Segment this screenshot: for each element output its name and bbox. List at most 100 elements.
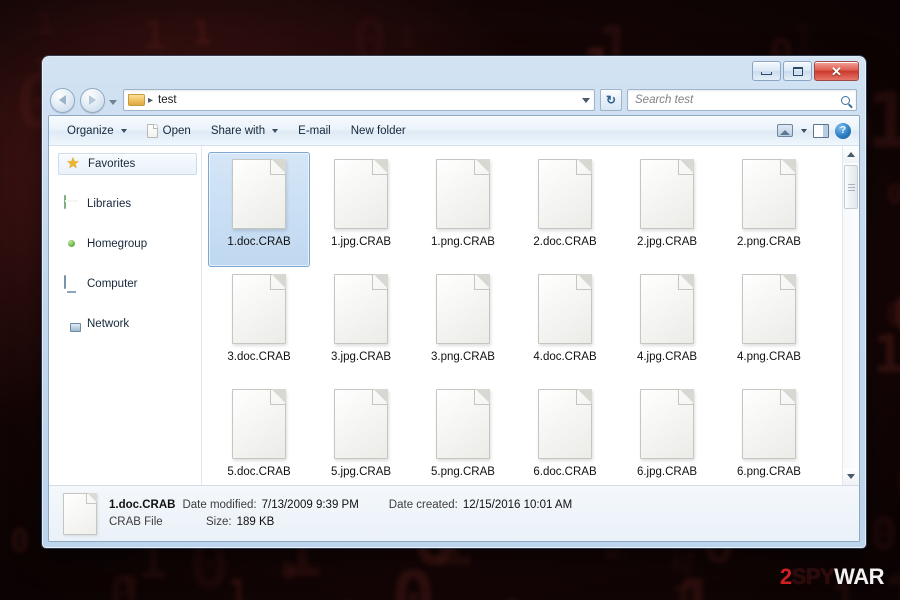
sidebar-item-label: Favorites [88,158,136,170]
refresh-button[interactable]: ↻ [600,89,622,111]
file-icon [538,274,592,344]
sidebar-item-label: Homegroup [87,238,148,250]
library-icon [64,195,80,212]
scrollbar-thumb[interactable] [844,165,858,209]
forward-arrow-icon [89,95,96,105]
file-item[interactable]: 6.png.CRAB [718,382,820,485]
share-with-button[interactable]: Share with [201,120,288,142]
email-button[interactable]: E-mail [288,120,341,142]
search-input[interactable] [635,94,841,106]
file-name-label: 4.png.CRAB [737,351,801,363]
help-icon[interactable]: ? [835,122,851,139]
details-date-created-label: Date created: [388,499,458,511]
file-item[interactable]: 4.doc.CRAB [514,267,616,382]
file-name-label: 6.jpg.CRAB [636,466,698,478]
title-bar[interactable]: ✕ [48,57,860,85]
grip-icon [847,182,855,193]
preview-pane-icon[interactable] [813,123,829,138]
file-item[interactable]: 2.jpg.CRAB [616,152,718,267]
file-icon [640,274,694,344]
file-name-label: 1.jpg.CRAB [330,236,392,248]
new-folder-button[interactable]: New folder [341,120,416,142]
scroll-down-button[interactable] [843,468,859,485]
sidebar-item-label: Libraries [87,198,132,210]
chevron-up-icon [847,152,855,157]
chevron-down-icon[interactable] [582,97,590,103]
file-icon [640,389,694,459]
file-icon [742,159,796,229]
scroll-up-button[interactable] [843,146,859,163]
vertical-scrollbar[interactable] [842,146,859,485]
file-name-label: 3.png.CRAB [431,351,495,363]
organize-label: Organize [67,124,114,137]
sidebar-item-label: Computer [87,278,138,290]
history-dropdown-icon[interactable] [109,99,117,105]
details-file-icon [63,492,97,535]
file-grid[interactable]: 1.doc.CRAB 1.jpg.CRAB 1.png.CRAB 2.doc.CRAB… [202,146,842,485]
file-item[interactable]: 5.doc.CRAB [208,382,310,485]
network-icon [64,316,80,332]
file-name-label: 6.png.CRAB [737,466,801,478]
details-size-label: Size: [206,516,232,528]
share-with-label: Share with [210,124,266,137]
file-item[interactable]: 1.png.CRAB [412,152,514,267]
file-item[interactable]: 6.jpg.CRAB [616,382,718,485]
address-bar[interactable]: ▸ test [123,89,595,111]
computer-icon [64,275,80,292]
maximize-icon [792,66,803,76]
breadcrumb-path[interactable]: test [158,94,177,106]
search-icon [841,95,850,105]
file-item[interactable]: 5.jpg.CRAB [310,382,412,485]
back-button[interactable] [50,87,75,113]
file-icon [742,274,796,344]
organize-button[interactable]: Organize [57,120,137,142]
file-name-label: 3.doc.CRAB [227,351,291,363]
file-icon [640,159,694,229]
window-client-area: Organize Open Share with E-mail New fold… [48,115,860,542]
file-icon [538,389,592,459]
details-row-primary: 1.doc.CRAB Date modified: 7/13/2009 9:39… [109,499,572,511]
close-icon: ✕ [831,63,842,79]
file-icon [232,274,286,344]
sidebar-item-network[interactable]: Network [58,313,197,335]
file-name-label: 4.jpg.CRAB [636,351,698,363]
minimize-button[interactable] [752,61,781,81]
maximize-button[interactable] [783,61,812,81]
sidebar-item-favorites[interactable]: ★ Favorites [58,153,197,175]
search-box[interactable] [627,89,857,111]
scrollbar-track[interactable] [843,163,859,468]
file-item[interactable]: 6.doc.CRAB [514,382,616,485]
file-item[interactable]: 1.jpg.CRAB [310,152,412,267]
watermark-logo: 2SPYWAR [780,566,885,588]
sidebar-item-computer[interactable]: Computer [58,273,197,295]
file-item[interactable]: 4.jpg.CRAB [616,267,718,382]
file-icon [436,389,490,459]
forward-button[interactable] [80,87,105,113]
chevron-down-icon [272,128,279,133]
view-icon[interactable] [777,124,793,137]
window-controls: ✕ [752,61,859,81]
file-list-container: 1.doc.CRAB 1.jpg.CRAB 1.png.CRAB 2.doc.CRAB… [202,146,859,485]
chevron-down-icon [847,474,855,479]
file-item[interactable]: 2.png.CRAB [718,152,820,267]
file-item[interactable]: 4.png.CRAB [718,267,820,382]
file-item[interactable]: 5.png.CRAB [412,382,514,485]
file-name-label: 1.png.CRAB [431,236,495,248]
sidebar-item-libraries[interactable]: Libraries [58,193,197,215]
file-item[interactable]: 3.doc.CRAB [208,267,310,382]
file-item[interactable]: 1.doc.CRAB [208,152,310,267]
open-button[interactable]: Open [137,120,201,142]
file-icon [742,389,796,459]
close-button[interactable]: ✕ [814,61,859,81]
details-file-type: CRAB File [109,516,163,528]
chevron-down-icon[interactable] [801,128,807,133]
email-label: E-mail [298,124,331,137]
file-item[interactable]: 3.jpg.CRAB [310,267,412,382]
details-date-modified-label: Date modified: [182,499,257,511]
open-label: Open [162,124,191,137]
file-item[interactable]: 2.doc.CRAB [514,152,616,267]
sidebar-item-homegroup[interactable]: Homegroup [58,233,197,255]
file-name-label: 5.png.CRAB [431,466,495,478]
file-item[interactable]: 3.png.CRAB [412,267,514,382]
file-icon [232,159,286,229]
